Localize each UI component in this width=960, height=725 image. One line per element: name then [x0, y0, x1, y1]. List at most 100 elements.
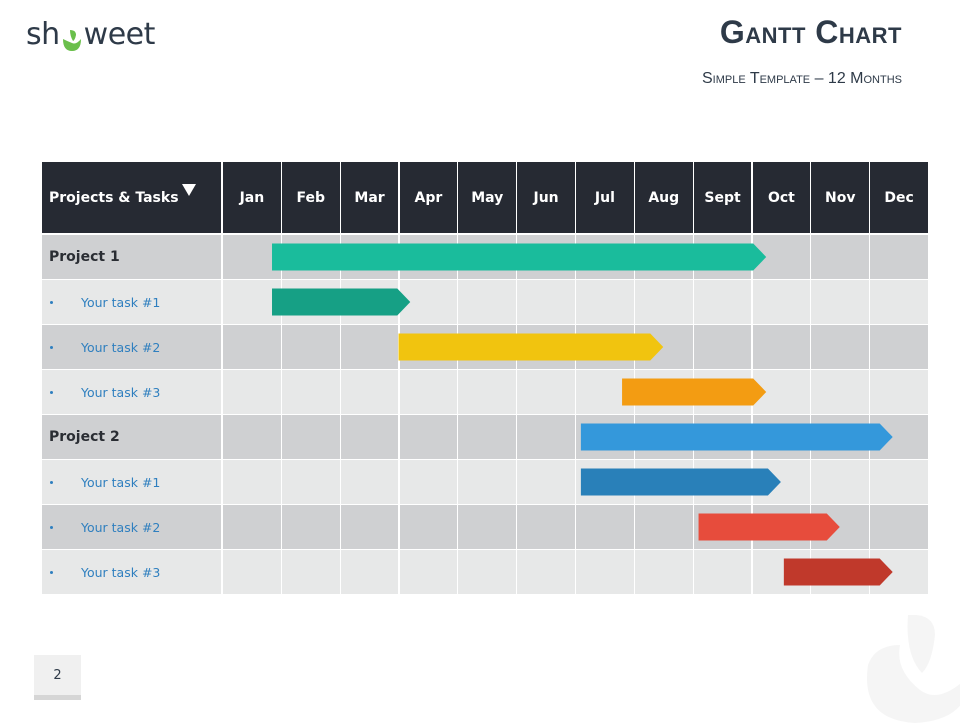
month-cell: [458, 415, 517, 459]
month-cell: [811, 460, 870, 504]
month-cell: [576, 280, 634, 324]
month-cell: [340, 505, 399, 549]
month-header: Jun: [517, 162, 575, 233]
month-header: Jul: [576, 162, 634, 233]
month-cell: [693, 460, 752, 504]
sort-down-triangle-icon[interactable]: [181, 183, 196, 196]
month-cell: [340, 325, 399, 369]
month-cell: [693, 280, 752, 324]
bullet-icon: [50, 480, 53, 484]
gantt-chart: Projects & Tasks Jan Feb Mar Apr May Jun Jul Au…: [42, 162, 928, 594]
label-cell: Your task #2: [42, 325, 221, 369]
month-cell: [752, 550, 811, 594]
task-row: Your task #2: [42, 505, 928, 549]
bullet-icon: [50, 345, 53, 349]
month-cell: [752, 325, 811, 369]
month-cell: [517, 415, 575, 459]
month-cell: [281, 235, 340, 279]
page-number: 2: [34, 655, 81, 700]
month-cell: [340, 415, 399, 459]
month-header: Jan: [223, 162, 281, 233]
month-cell: [752, 280, 811, 324]
month-cell: [223, 280, 281, 324]
row-label-text: Your task #2: [81, 519, 161, 535]
month-cell: [811, 550, 870, 594]
month-cell: [693, 550, 752, 594]
month-cell: [281, 325, 340, 369]
month-cell: [223, 505, 281, 549]
task-label[interactable]: Your task #2: [42, 325, 222, 369]
task-row: Your task #2: [42, 325, 928, 369]
row-label-text: Your task #3: [81, 384, 161, 400]
logo-text-end: weet: [83, 16, 156, 52]
month-cell: [576, 505, 634, 549]
month-cell: [281, 505, 340, 549]
month-cell: [870, 415, 928, 459]
month-cell: [870, 280, 928, 324]
task-row: Your task #3: [42, 370, 928, 414]
month-cell: [340, 460, 399, 504]
month-cell: [870, 370, 928, 414]
month-header: Feb: [281, 162, 340, 233]
task-label[interactable]: Your task #1: [42, 280, 222, 324]
month-cell: [340, 235, 399, 279]
page-title: Gantt Chart: [719, 14, 902, 50]
row-label-text: Your task #1: [81, 294, 161, 310]
month-cell: [458, 325, 517, 369]
header-projects-tasks[interactable]: Projects & Tasks: [42, 162, 221, 233]
task-row: Your task #1: [42, 460, 928, 504]
month-cell: [399, 235, 458, 279]
month-cell: [517, 280, 575, 324]
row-label-text: Your task #3: [81, 564, 161, 580]
task-label[interactable]: Your task #2: [42, 505, 222, 549]
bullet-icon: [50, 390, 53, 394]
project-label[interactable]: Project 2: [42, 415, 222, 459]
month-cell: [634, 505, 693, 549]
month-header: Aug: [634, 162, 693, 233]
smile-drop-icon: [61, 25, 83, 51]
label-cell: Project 2: [42, 415, 221, 459]
month-cell: [634, 370, 693, 414]
month-cell: [693, 325, 752, 369]
task-label[interactable]: Your task #3: [42, 550, 222, 594]
month-cell: [458, 505, 517, 549]
month-cell: [399, 505, 458, 549]
month-cell: [693, 370, 752, 414]
task-label[interactable]: Your task #1: [42, 460, 222, 504]
month-cell: [634, 550, 693, 594]
month-cell: [517, 370, 575, 414]
label-cell: Your task #1: [42, 460, 221, 504]
month-cell: [811, 415, 870, 459]
month-cell: [517, 235, 575, 279]
month-cell: [399, 415, 458, 459]
month-cell: [399, 460, 458, 504]
month-cell: [576, 415, 634, 459]
project-row: Project 2: [42, 415, 928, 459]
project-label[interactable]: Project 1: [42, 235, 222, 279]
month-cell: [458, 280, 517, 324]
row-label-text: Project 2: [49, 429, 120, 445]
month-cell: [281, 460, 340, 504]
month-cell: [634, 235, 693, 279]
row-label-text: Project 1: [49, 249, 120, 265]
label-cell: Your task #3: [42, 550, 221, 594]
task-label[interactable]: Your task #3: [42, 370, 222, 414]
month-cell: [811, 370, 870, 414]
month-cell: [870, 235, 928, 279]
month-header: Nov: [811, 162, 870, 233]
label-cell: Your task #2: [42, 505, 221, 549]
month-cell: [281, 415, 340, 459]
month-cell: [634, 280, 693, 324]
month-cell: [811, 505, 870, 549]
month-cell: [517, 460, 575, 504]
month-cell: [870, 325, 928, 369]
month-cell: [870, 505, 928, 549]
month-cell: [281, 370, 340, 414]
label-cell: Your task #3: [42, 370, 221, 414]
month-cell: [576, 370, 634, 414]
month-cell: [281, 550, 340, 594]
logo-text-start: sh: [26, 16, 60, 52]
month-cell: [634, 325, 693, 369]
month-cell: [752, 235, 811, 279]
bullet-icon: [50, 570, 53, 574]
